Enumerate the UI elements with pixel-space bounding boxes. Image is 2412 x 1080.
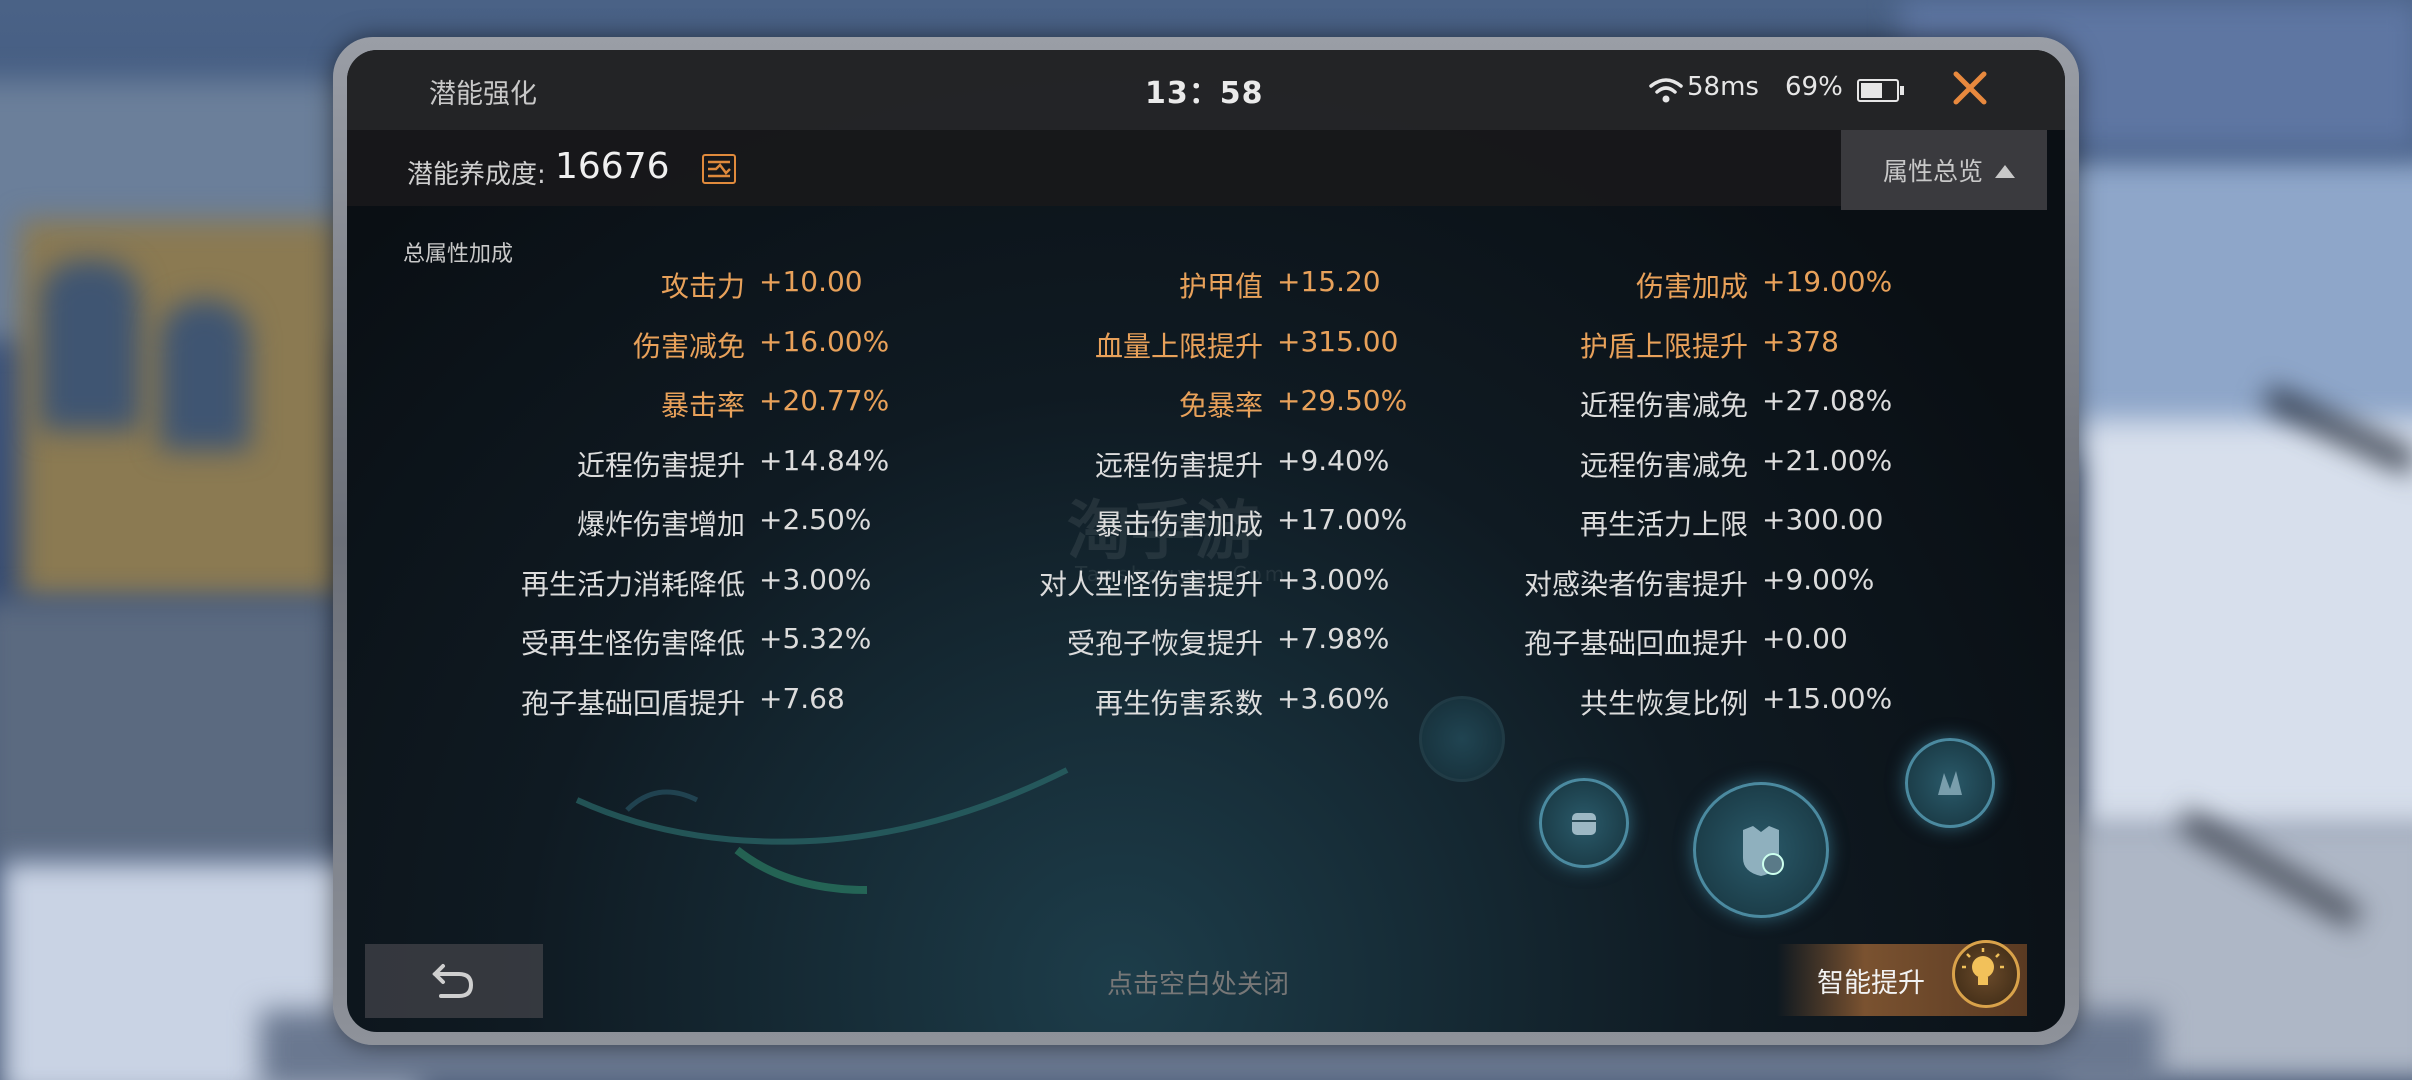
attribute-overview-button[interactable]: 属性总览 bbox=[1841, 130, 2047, 210]
attribute-row: 孢子基础回盾提升 +7.68 再生伤害系数 +3.60% 共生恢复比例 +15.00% bbox=[347, 682, 2065, 722]
skill-node-spore[interactable] bbox=[1905, 738, 1995, 828]
attribute-name: 再生活力上限 bbox=[1579, 508, 1748, 541]
attribute-name: 伤害减免 bbox=[632, 329, 745, 363]
battery-percent: 69% bbox=[1785, 72, 1843, 102]
attribute-name: 远程伤害提升 bbox=[1094, 448, 1263, 482]
attribute-value: +29.50% bbox=[1277, 384, 1408, 417]
attribute-name: 受孢子恢复提升 bbox=[1066, 627, 1263, 660]
attribute-name: 再生活力消耗降低 bbox=[520, 567, 745, 601]
attribute-row: 攻击力 +10.00 护甲值 +15.20 伤害加成 +19.00% bbox=[347, 265, 2065, 305]
attribute-value: +21.00% bbox=[1762, 443, 1893, 477]
attribute-name: 攻击力 bbox=[660, 270, 745, 303]
back-button[interactable] bbox=[365, 944, 543, 1018]
attribute-value: +10.00 bbox=[759, 265, 863, 298]
attribute-name: 受再生怪伤害降低 bbox=[520, 627, 745, 660]
attribute-value: +19.00% bbox=[1762, 265, 1893, 298]
attribute-value: +3.60% bbox=[1277, 681, 1390, 715]
attribute-row: 伤害减免 +16.00% 血量上限提升 +315.00 护盾上限提升 +378 bbox=[347, 325, 2065, 365]
attribute-name: 孢子基础回盾提升 bbox=[520, 686, 745, 720]
attribute-value: +15.00% bbox=[1762, 681, 1893, 715]
attribute-name: 暴击率 bbox=[660, 389, 745, 422]
potential-level-label: 潜能养成度: bbox=[407, 160, 546, 190]
attribute-row: 暴击率 +20.77% 免暴率 +29.50% 近程伤害减免 +27.08% bbox=[347, 384, 2065, 424]
attribute-value: +5.32% bbox=[759, 622, 872, 655]
attribute-value: +27.08% bbox=[1762, 384, 1893, 417]
attribute-name: 近程伤害提升 bbox=[576, 448, 745, 482]
clock: 13：58 bbox=[1145, 76, 1264, 111]
attribute-name: 护甲值 bbox=[1178, 270, 1263, 303]
attribute-value: +378 bbox=[1762, 324, 1839, 358]
attribute-value: +7.98% bbox=[1277, 622, 1390, 655]
attribute-value: +0.00 bbox=[1762, 622, 1848, 655]
attribute-name: 近程伤害减免 bbox=[1579, 389, 1748, 422]
skill-node-fist[interactable] bbox=[1539, 778, 1629, 868]
attribute-row: 受再生怪伤害降低 +5.32% 受孢子恢复提升 +7.98% 孢子基础回血提升 +0.00 bbox=[347, 622, 2065, 662]
attribute-value: +7.68 bbox=[759, 681, 845, 715]
attribute-name: 暴击伤害加成 bbox=[1094, 508, 1263, 541]
attribute-value: +9.00% bbox=[1762, 562, 1875, 596]
close-hint: 点击空白处关闭 bbox=[1107, 970, 1290, 1000]
attribute-name: 爆炸伤害增加 bbox=[576, 508, 745, 541]
attribute-value: +16.00% bbox=[759, 324, 890, 358]
close-button[interactable] bbox=[1941, 60, 1999, 118]
attribute-value: +14.84% bbox=[759, 443, 890, 477]
attribute-value: +20.77% bbox=[759, 384, 890, 417]
attribute-value: +17.00% bbox=[1277, 503, 1408, 536]
attribute-value: +9.40% bbox=[1277, 443, 1390, 477]
attribute-value: +315.00 bbox=[1277, 324, 1399, 358]
attribute-name: 伤害加成 bbox=[1635, 270, 1748, 303]
lightbulb-icon[interactable] bbox=[1952, 940, 2020, 1008]
attribute-value: +300.00 bbox=[1762, 503, 1884, 536]
battery-icon bbox=[1857, 79, 1904, 102]
spore-icon bbox=[1938, 771, 1962, 795]
attribute-name: 护盾上限提升 bbox=[1579, 329, 1748, 363]
attribute-row: 近程伤害提升 +14.84% 远程伤害提升 +9.40% 远程伤害减免 +21.00% bbox=[347, 444, 2065, 484]
potential-level-value: 16676 bbox=[555, 146, 670, 187]
attribute-value: +3.00% bbox=[1277, 562, 1390, 596]
attribute-value: +2.50% bbox=[759, 503, 872, 536]
attribute-name: 再生伤害系数 bbox=[1094, 686, 1263, 720]
smart-upgrade-label: 智能提升 bbox=[1817, 967, 1925, 999]
potential-panel: 潜能强化 13：58 58ms 69% 潜能养成度: 16676 属性总览 总属… bbox=[347, 50, 2065, 1032]
skill-node-armor[interactable] bbox=[1693, 782, 1829, 918]
close-x-icon bbox=[1953, 71, 1987, 104]
fist-icon bbox=[1572, 813, 1596, 835]
attribute-value: +3.00% bbox=[759, 562, 872, 596]
section-title: 总属性加成 bbox=[403, 242, 514, 267]
vine-decoration bbox=[575, 767, 1069, 894]
triangle-up-icon bbox=[1995, 165, 2016, 178]
panel-title: 潜能强化 bbox=[429, 79, 537, 110]
attribute-row: 爆炸伤害增加 +2.50% 暴击伤害加成 +17.00% 再生活力上限 +300.00 bbox=[347, 503, 2065, 543]
attribute-name: 孢子基础回血提升 bbox=[1523, 627, 1748, 660]
undo-arrow-icon bbox=[432, 963, 474, 998]
skill-node-locked[interactable] bbox=[1419, 696, 1505, 782]
attribute-name: 免暴率 bbox=[1178, 389, 1263, 422]
attribute-name: 对感染者伤害提升 bbox=[1523, 567, 1748, 601]
overview-label: 属性总览 bbox=[1883, 157, 1984, 186]
wifi-icon bbox=[1649, 78, 1683, 103]
armor-icon bbox=[1743, 826, 1784, 876]
attribute-row: 再生活力消耗降低 +3.00% 对人型怪伤害提升 +3.00% 对感染者伤害提升 +9.0… bbox=[347, 563, 2065, 603]
potential-info-icon[interactable] bbox=[702, 154, 736, 184]
ping-readout: 58ms bbox=[1687, 72, 1759, 102]
attribute-value: +15.20 bbox=[1277, 265, 1381, 298]
attribute-name: 对人型怪伤害提升 bbox=[1038, 567, 1263, 601]
attribute-name: 血量上限提升 bbox=[1094, 329, 1263, 363]
attribute-name: 共生恢复比例 bbox=[1579, 686, 1748, 720]
attribute-name: 远程伤害减免 bbox=[1579, 448, 1748, 482]
